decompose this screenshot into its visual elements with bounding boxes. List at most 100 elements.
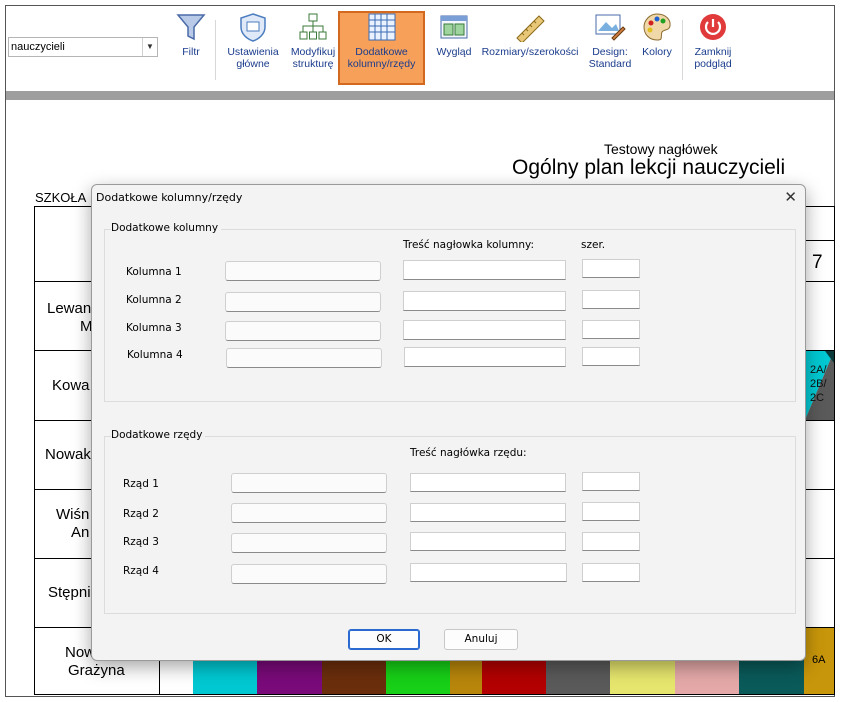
grid-icon — [367, 12, 397, 42]
close-preview-button[interactable]: Zamknij podgląd — [686, 12, 740, 70]
design-button[interactable]: Design: Standard — [584, 12, 636, 70]
filter-label: Filtr — [182, 46, 200, 58]
extra-columns-rows-dialog: Dodatkowe kolumny/rzędy ✕ Dodatkowe kolu… — [91, 184, 806, 661]
extra-rows-group — [104, 436, 796, 614]
column-1-width-field[interactable] — [582, 259, 640, 278]
column-1-field[interactable] — [225, 261, 381, 281]
row-1-header-field[interactable] — [410, 473, 566, 492]
hierarchy-icon — [298, 12, 328, 42]
lesson-class: 2B/ — [810, 378, 827, 390]
row-1-label: Rząd 1 — [123, 478, 159, 490]
appearance-label: Wygląd — [436, 46, 472, 58]
column-2-field[interactable] — [225, 292, 381, 312]
main-settings-label-1: Ustawienia — [227, 46, 279, 58]
column-number: 7 — [812, 252, 823, 273]
column-header-label: Treść nagłowka kolumny: — [403, 239, 534, 251]
close-icon[interactable]: ✕ — [784, 188, 797, 206]
row-2-label: Rząd 2 — [123, 508, 159, 520]
teacher-name: Wiśn — [56, 506, 90, 523]
main-settings-label-2: główne — [236, 58, 270, 70]
close-preview-label-2: podgląd — [694, 58, 732, 70]
extra-columns-rows-label-1: Dodatkowe — [355, 46, 408, 58]
colors-button[interactable]: Kolory — [638, 12, 676, 58]
grid-line — [805, 240, 835, 241]
close-preview-label-1: Zamknij — [694, 46, 732, 58]
extra-columns-rows-label-2: kolumny/rzędy — [347, 58, 416, 70]
toolbar-separator — [215, 20, 216, 80]
main-settings-button[interactable]: Ustawienia główne — [221, 12, 285, 70]
grid-line — [34, 206, 35, 695]
row-2-field[interactable] — [231, 503, 387, 523]
row-3-header-field[interactable] — [410, 532, 566, 551]
column-4-field[interactable] — [226, 348, 382, 368]
row-3-field[interactable] — [231, 533, 387, 553]
teacher-name: Nowak — [45, 446, 91, 463]
column-4-label: Kolumna 4 — [127, 349, 183, 361]
modify-structure-label-2: strukturę — [292, 58, 334, 70]
cancel-button[interactable]: Anuluj — [444, 629, 518, 650]
lesson-class: 6A — [812, 654, 826, 666]
row-2-header-field[interactable] — [410, 503, 566, 522]
column-3-header-field[interactable] — [403, 320, 566, 340]
column-2-width-field[interactable] — [582, 290, 640, 309]
teacher-name: An — [71, 524, 90, 541]
row-3-label: Rząd 3 — [123, 536, 159, 548]
row-2-height-field[interactable] — [582, 502, 640, 521]
row-4-height-field[interactable] — [582, 563, 640, 582]
row-1-field[interactable] — [231, 473, 387, 493]
report-type-value: nauczycieli — [11, 41, 65, 53]
appearance-button[interactable]: Wygląd — [432, 12, 476, 58]
ok-button[interactable]: OK — [348, 629, 420, 650]
column-3-field[interactable] — [225, 321, 381, 341]
row-4-header-field[interactable] — [410, 563, 567, 582]
grid-line — [34, 694, 834, 695]
design-label-1: Design: — [592, 46, 628, 58]
teacher-name: Grażyna — [68, 662, 125, 679]
report-title: Ogólny plan lekcji nauczycieli — [512, 156, 786, 179]
row-4-label: Rząd 4 — [123, 565, 159, 577]
lesson-class: 2A/ — [810, 364, 827, 376]
report-header-small: Testowy nagłówek — [604, 141, 718, 157]
row-3-height-field[interactable] — [582, 532, 640, 551]
width-header-label: szer. — [581, 239, 606, 251]
dialog-title: Dodatkowe kolumny/rzędy — [96, 191, 243, 204]
school-label: SZKOŁA — [35, 190, 87, 205]
chevron-down-icon[interactable]: ▼ — [142, 38, 157, 56]
row-1-height-field[interactable] — [582, 472, 640, 491]
extra-rows-group-label: Dodatkowe rzędy — [111, 429, 206, 441]
toolbar-divider-bar — [6, 91, 834, 100]
sizes-widths-button[interactable]: Rozmiary/szerokości — [477, 12, 583, 58]
sizes-widths-label: Rozmiary/szerokości — [481, 46, 579, 58]
power-icon — [698, 12, 728, 42]
teacher-name: Stępni — [48, 584, 91, 601]
report-type-select[interactable]: nauczycieli ▼ — [8, 37, 158, 57]
row-header-label: Treść nagłówka rzędu: — [410, 447, 527, 459]
extra-columns-group-label: Dodatkowe kolumny — [111, 222, 222, 234]
teacher-name: Kowa — [52, 377, 90, 394]
column-3-width-field[interactable] — [582, 320, 640, 339]
extra-columns-group — [104, 229, 796, 402]
row-4-field[interactable] — [231, 564, 387, 584]
design-icon — [594, 12, 626, 42]
layout-icon — [439, 12, 469, 42]
teacher-name: Lewan — [47, 300, 92, 317]
column-2-label: Kolumna 2 — [126, 294, 182, 306]
grid-line — [834, 206, 835, 695]
column-1-header-field[interactable] — [403, 260, 566, 280]
shield-icon — [238, 12, 268, 42]
filter-button[interactable]: Filtr — [173, 12, 209, 58]
modify-structure-button[interactable]: Modyfikuj strukturę — [284, 12, 342, 70]
modify-structure-label-1: Modyfikuj — [290, 46, 336, 58]
design-label-2: Standard — [588, 58, 632, 70]
ruler-icon — [513, 12, 547, 44]
lesson-class: 2C — [810, 392, 825, 404]
column-1-label: Kolumna 1 — [126, 266, 182, 278]
extra-columns-rows-content[interactable]: Dodatkowe kolumny/rzędy — [340, 12, 423, 70]
filter-icon — [176, 12, 206, 42]
colors-label: Kolory — [642, 46, 672, 58]
palette-icon — [642, 12, 672, 42]
column-4-width-field[interactable] — [582, 347, 640, 366]
column-2-header-field[interactable] — [403, 291, 566, 311]
column-3-label: Kolumna 3 — [126, 322, 182, 334]
column-4-header-field[interactable] — [404, 347, 566, 367]
